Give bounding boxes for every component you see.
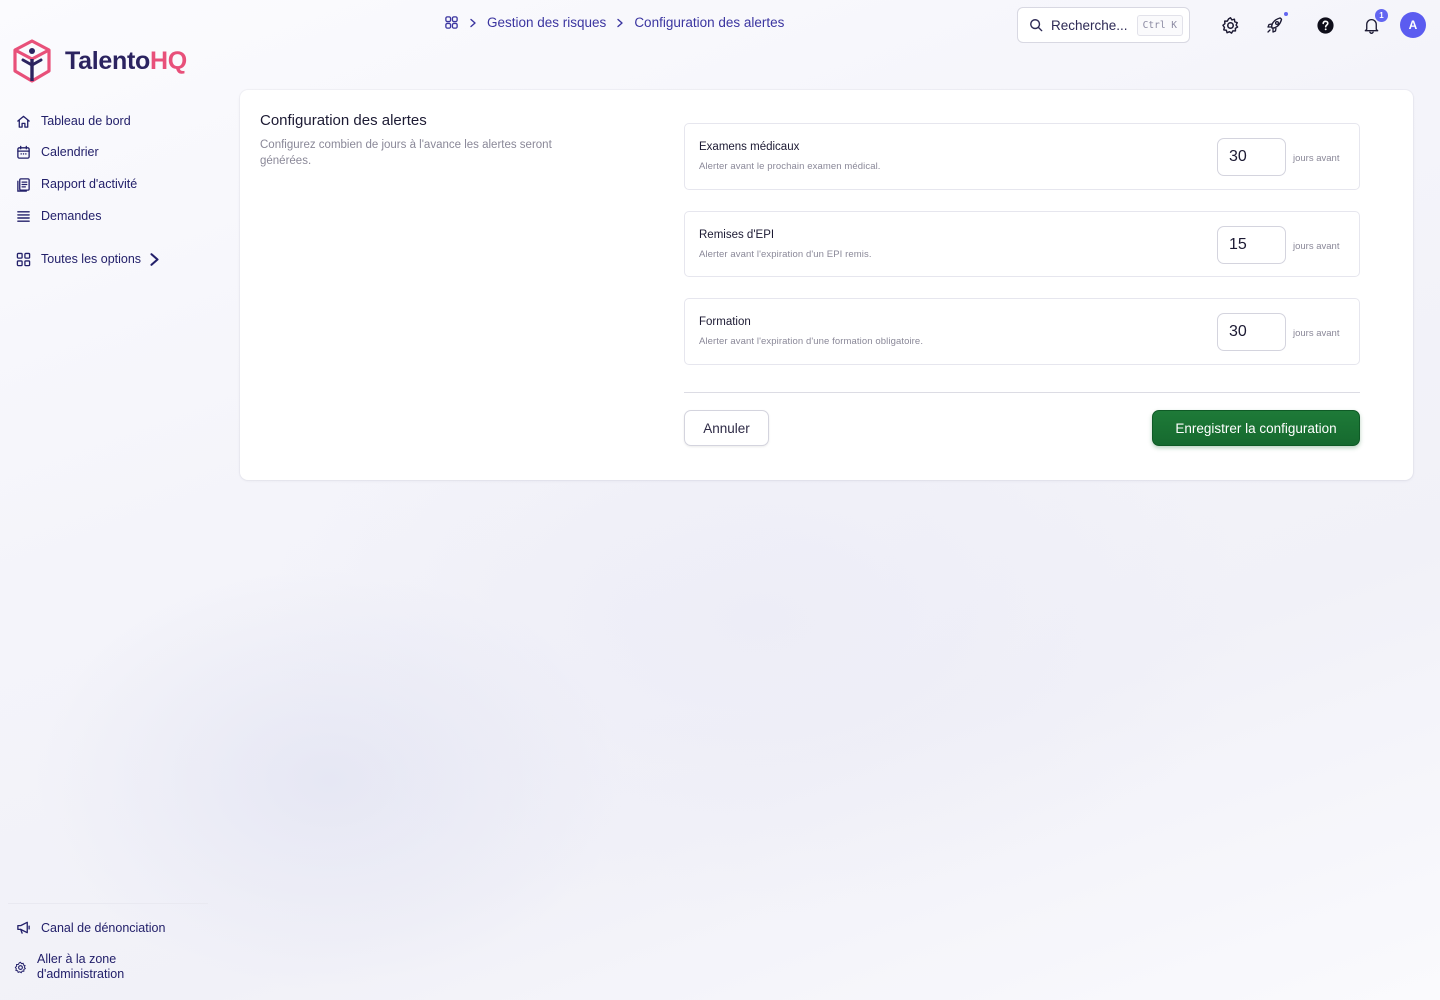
training-days-input[interactable] <box>1217 313 1286 351</box>
brand-name: TalentoHQ <box>65 46 187 75</box>
card-description: Configurez combien de jours à l'avance l… <box>260 139 552 167</box>
cube-logo-icon <box>13 39 51 83</box>
sidebar-item-all-options[interactable]: Toutes les options <box>16 249 162 269</box>
alert-row-subtitle: Alerter avant l'expiration d'un EPI remi… <box>699 249 872 260</box>
alerts-config-card: Configuration des alertes Configurez com… <box>240 90 1413 480</box>
alert-row-unit: jours avant <box>1293 241 1340 252</box>
card-divider <box>684 392 1360 393</box>
search-shortcut: Ctrl K <box>1136 14 1183 36</box>
alert-row-ppe: Remises d'EPI Alerter avant l'expiration… <box>684 211 1360 277</box>
sidebar-item-dashboard[interactable]: Tableau de bord <box>16 111 131 131</box>
report-icon <box>17 177 30 192</box>
alert-row-title: Examens médicaux <box>699 141 800 153</box>
whats-new-button[interactable] <box>1264 12 1288 36</box>
breadcrumb-alerts-config[interactable]: Configuration des alertes <box>634 15 784 30</box>
settings-button[interactable] <box>1219 14 1241 36</box>
new-indicator-dot <box>1284 12 1288 16</box>
megaphone-icon <box>17 921 30 934</box>
sidebar: TalentoHQ Tableau de bord Calendrier Rap… <box>0 0 220 1000</box>
calendar-icon <box>17 145 30 159</box>
save-config-button[interactable]: Enregistrer la configuration <box>1152 410 1360 446</box>
list-icon <box>17 210 30 222</box>
sidebar-item-requests[interactable]: Demandes <box>16 206 101 226</box>
brand-logo[interactable]: TalentoHQ <box>12 39 187 83</box>
sidebar-item-label: Tableau de bord <box>41 114 131 128</box>
grid-icon <box>16 252 31 266</box>
sidebar-item-label: Calendrier <box>41 145 99 159</box>
sidebar-item-label: Toutes les options <box>41 252 142 266</box>
ppe-days-input[interactable] <box>1217 226 1286 264</box>
sidebar-item-admin-zone[interactable]: Aller à la zone d'administration <box>14 952 147 982</box>
alert-row-subtitle: Alerter avant le prochain examen médical… <box>699 161 881 172</box>
notification-count-badge: 1 <box>1375 9 1388 22</box>
alert-row-subtitle: Alerter avant l'expiration d'une formati… <box>699 336 924 347</box>
chevron-right-icon <box>150 252 159 266</box>
breadcrumb-risk-management[interactable]: Gestion des risques <box>487 15 606 30</box>
alert-row-medical-exams: Examens médicaux Alerter avant le procha… <box>684 123 1360 190</box>
sidebar-item-label: Rapport d'activité <box>41 177 138 191</box>
alert-row-unit: jours avant <box>1293 328 1340 339</box>
sidebar-item-activity-report[interactable]: Rapport d'activité <box>16 174 137 194</box>
sidebar-divider <box>8 903 208 904</box>
alert-row-unit: jours avant <box>1293 153 1340 164</box>
chevron-right-icon <box>617 18 624 27</box>
sidebar-item-label: Aller à la zone d'administration <box>37 952 125 981</box>
home-icon <box>17 115 30 128</box>
search-icon <box>1030 19 1043 32</box>
alert-row-title: Formation <box>699 316 751 328</box>
alert-row-training: Formation Alerter avant l'expiration d'u… <box>684 298 1360 365</box>
help-icon <box>1316 16 1334 34</box>
search-input[interactable]: Recherche... <box>1051 18 1128 33</box>
sidebar-item-whistleblowing[interactable]: Canal de dénonciation <box>16 920 165 935</box>
help-button[interactable] <box>1314 14 1336 36</box>
chevron-right-icon <box>470 18 476 27</box>
sidebar-item-label: Canal de dénonciation <box>41 920 166 935</box>
alert-row-title: Remises d'EPI <box>699 229 775 241</box>
card-title: Configuration des alertes <box>260 112 427 129</box>
medical-exams-days-input[interactable] <box>1217 138 1286 176</box>
rocket-icon <box>1267 17 1283 33</box>
sidebar-item-label: Demandes <box>41 209 102 223</box>
gear-icon <box>1221 16 1238 34</box>
search-box[interactable]: Recherche... Ctrl K <box>1017 7 1190 43</box>
user-avatar[interactable]: A <box>1400 12 1426 38</box>
grid-icon[interactable] <box>444 15 459 30</box>
sidebar-item-calendar[interactable]: Calendrier <box>16 142 99 162</box>
breadcrumb: Gestion des risques Configuration des al… <box>444 15 784 30</box>
gear-icon <box>14 961 26 973</box>
cancel-button[interactable]: Annuler <box>684 410 769 446</box>
